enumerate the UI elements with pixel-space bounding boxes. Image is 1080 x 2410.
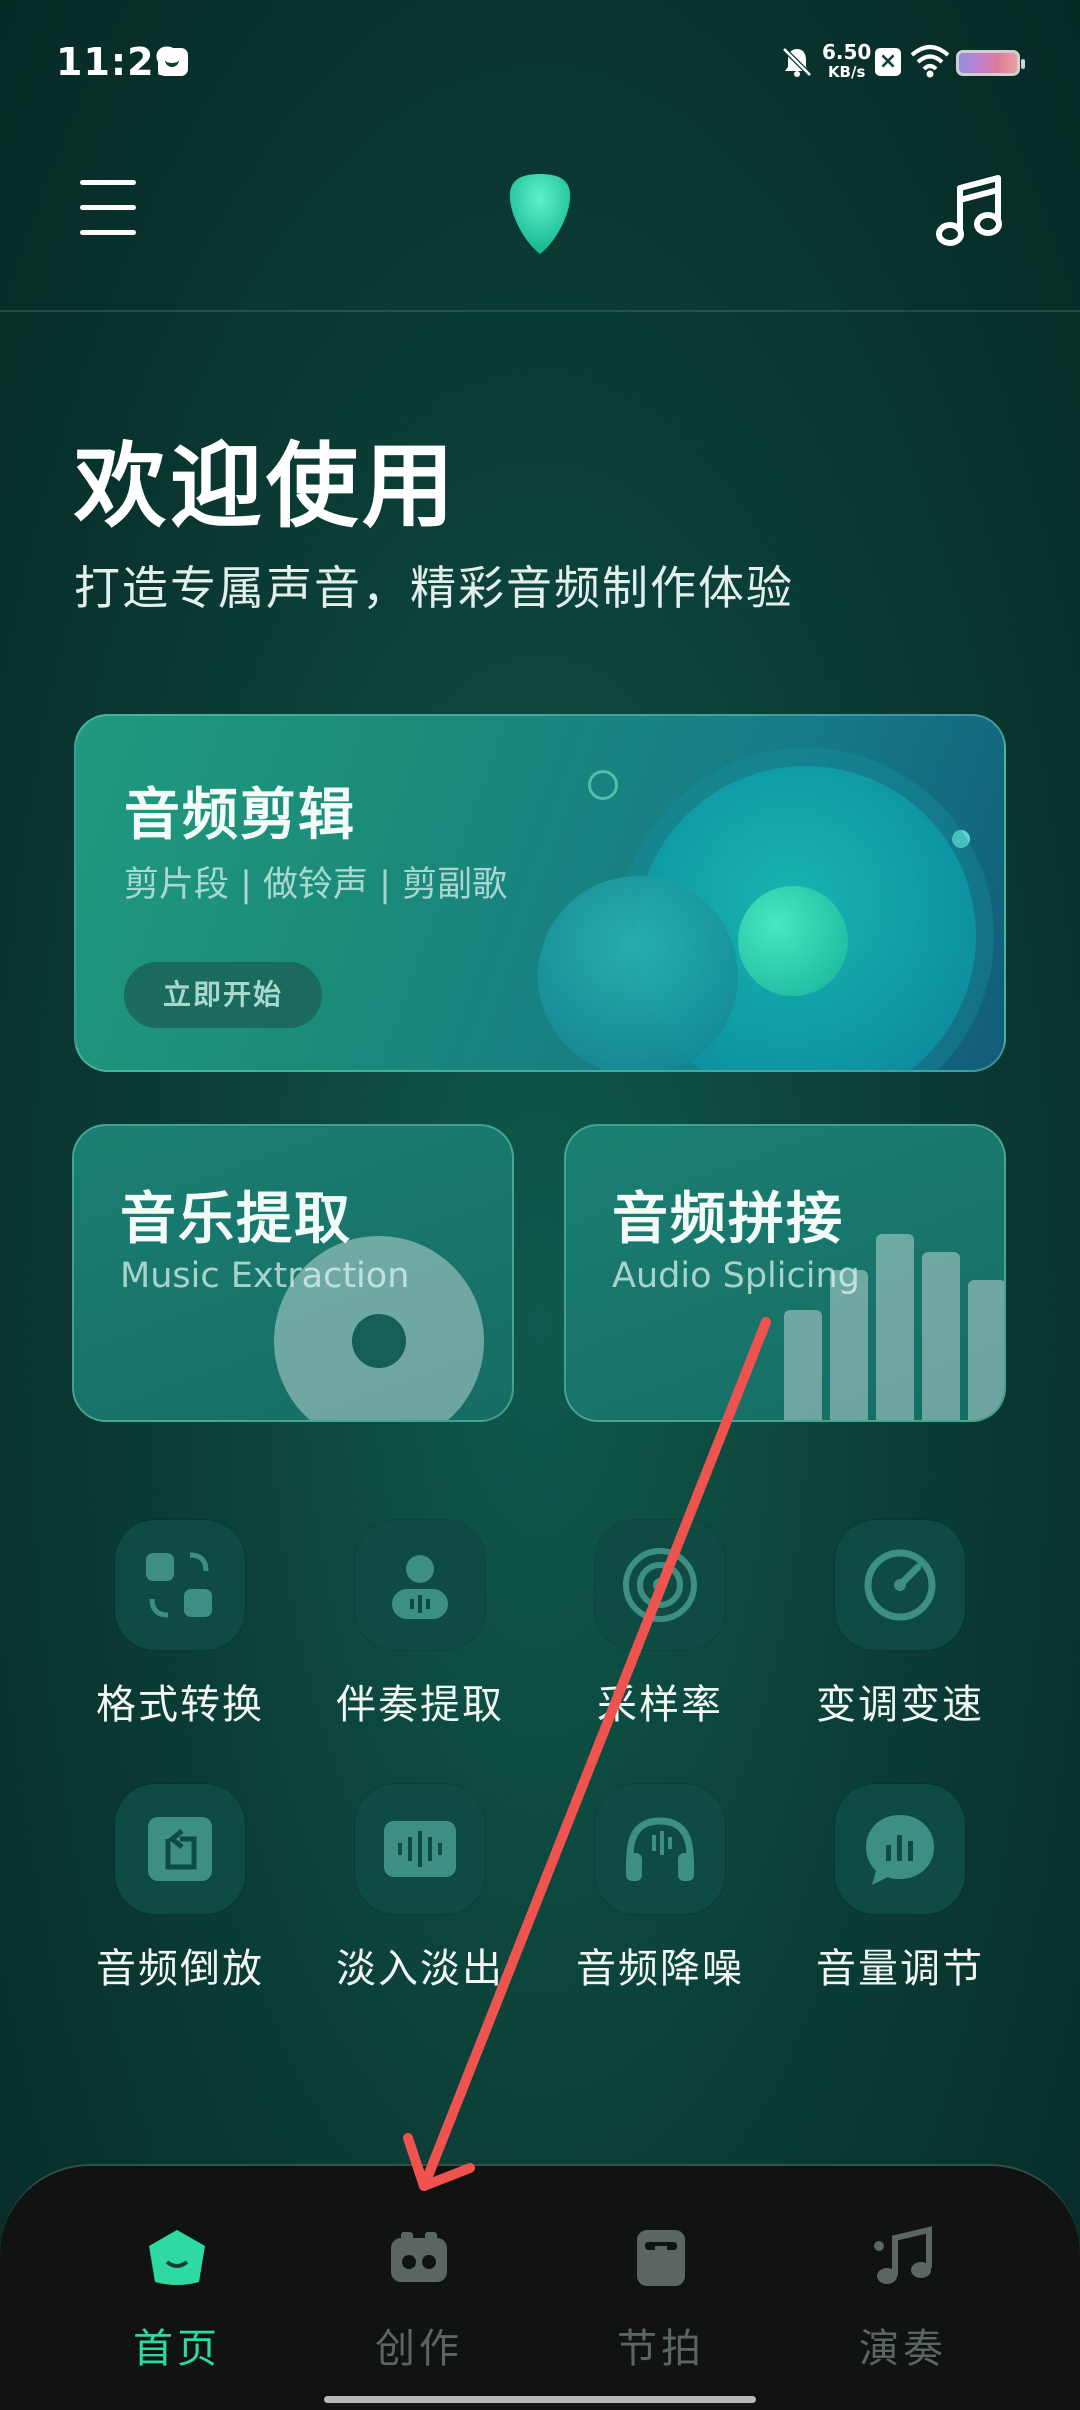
welcome-subtitle: 打造专属声音，精彩音频制作体验	[74, 561, 794, 615]
tool-fade[interactable]: 淡入淡出	[310, 1784, 530, 1994]
reverse-icon	[115, 1784, 245, 1914]
tool-accompaniment[interactable]: 伴奏提取	[310, 1520, 530, 1730]
tab-home[interactable]: 首页	[97, 2226, 257, 2374]
audio-splicing-subtitle: Audio Splicing	[612, 1256, 860, 1296]
tab-play[interactable]: 演奏	[823, 2226, 983, 2374]
denoise-icon	[595, 1784, 725, 1914]
decor-disc-center	[738, 886, 848, 996]
tool-label: 变调变速	[816, 1682, 984, 1728]
bottom-tab-bar: 首页 创作 节拍 演奏	[0, 2164, 1080, 2410]
tool-volume[interactable]: 音量调节	[790, 1784, 1010, 1994]
net-speed: 6.50 KB/s	[822, 42, 871, 82]
close-box-icon: ×	[875, 48, 901, 76]
audio-edit-card[interactable]: 音频剪辑 剪片段 | 做铃声 | 剪副歌 立即开始	[74, 714, 1006, 1072]
wifi-icon	[910, 45, 950, 78]
metronome-icon	[637, 2230, 685, 2286]
tab-create[interactable]: 创作	[339, 2226, 499, 2374]
tool-label: 音频降噪	[576, 1946, 744, 1992]
bell-muted-icon	[782, 47, 812, 77]
audio-edit-subtitle: 剪片段 | 做铃声 | 剪副歌	[124, 865, 508, 905]
net-speed-unit: KB/s	[827, 63, 866, 81]
decor-disc-small	[538, 876, 738, 1070]
decor-ring	[588, 770, 618, 800]
audio-edit-title: 音频剪辑	[124, 783, 356, 848]
welcome-title: 欢迎使用	[74, 433, 459, 540]
tool-label: 伴奏提取	[336, 1682, 504, 1728]
sample-rate-icon	[595, 1520, 725, 1650]
tab-beat[interactable]: 节拍	[581, 2226, 741, 2374]
tab-label: 演奏	[859, 2326, 947, 2372]
volume-icon	[835, 1784, 965, 1914]
music-notes-icon	[874, 2226, 932, 2284]
home-indicator[interactable]	[324, 2396, 756, 2403]
tool-label: 淡入淡出	[336, 1946, 504, 1992]
format-convert-icon	[115, 1520, 245, 1650]
tool-format-convert[interactable]: 格式转换	[70, 1520, 290, 1730]
fade-icon	[355, 1784, 485, 1914]
tool-label: 格式转换	[96, 1682, 264, 1728]
pitch-speed-icon	[835, 1520, 965, 1650]
music-extraction-subtitle: Music Extraction	[120, 1256, 410, 1296]
tool-label: 音频倒放	[96, 1946, 264, 1992]
create-icon	[391, 2232, 447, 2282]
net-speed-value: 6.50	[822, 40, 872, 64]
music-extraction-card[interactable]: 音乐提取 Music Extraction	[72, 1124, 514, 1422]
tool-denoise[interactable]: 音频降噪	[550, 1784, 770, 1994]
home-icon	[149, 2230, 205, 2285]
tool-pitch-speed[interactable]: 变调变速	[790, 1520, 1010, 1730]
tool-label: 采样率	[597, 1682, 723, 1728]
top-bar	[0, 130, 1080, 312]
start-now-button[interactable]: 立即开始	[124, 962, 322, 1028]
accompaniment-icon	[355, 1520, 485, 1650]
decor-dot	[952, 830, 970, 848]
tool-label: 音量调节	[816, 1946, 984, 1992]
tab-label: 节拍	[617, 2326, 705, 2372]
menu-icon[interactable]	[80, 180, 136, 240]
tab-label: 首页	[133, 2326, 221, 2372]
audio-splicing-card[interactable]: 音频拼接 Audio Splicing	[564, 1124, 1006, 1422]
tool-reverse[interactable]: 音频倒放	[70, 1784, 290, 1994]
audio-splicing-title: 音频拼接	[612, 1187, 844, 1252]
tab-label: 创作	[375, 2326, 463, 2372]
music-note-icon[interactable]	[936, 170, 1006, 250]
battery-icon	[956, 50, 1025, 76]
message-icon	[158, 48, 188, 76]
app-logo-icon	[509, 174, 571, 254]
tool-sample-rate[interactable]: 采样率	[550, 1520, 770, 1730]
music-extraction-title: 音乐提取	[120, 1187, 352, 1252]
status-bar: 11:29 6.50 KB/s ×	[0, 0, 1080, 130]
